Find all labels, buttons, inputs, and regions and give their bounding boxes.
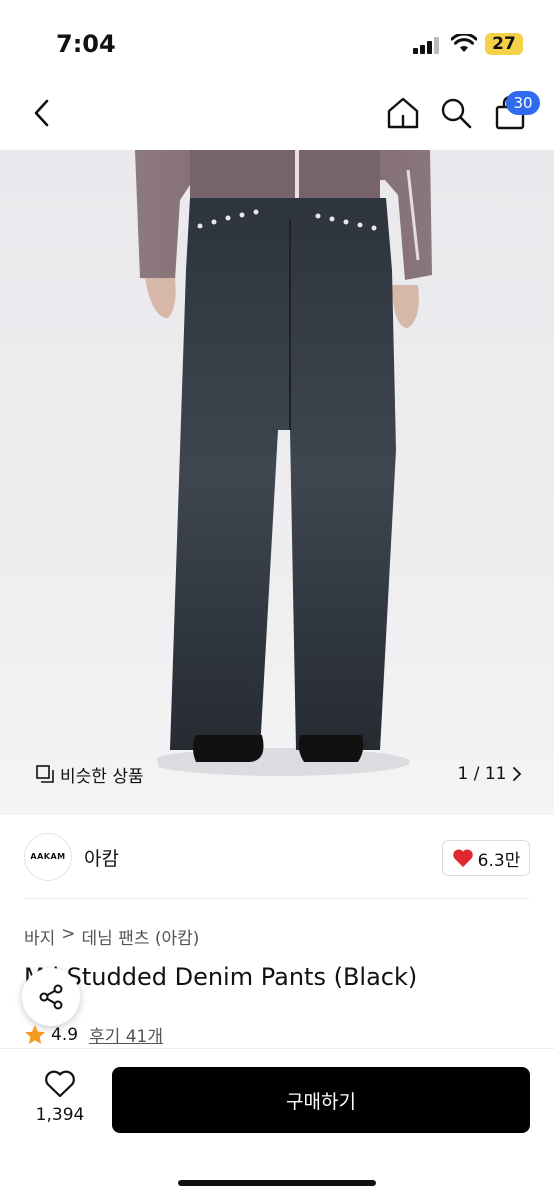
review-link[interactable]: 후기 41개 — [89, 1022, 163, 1047]
wishlist-button[interactable]: 1,394 — [30, 1069, 90, 1125]
top-nav — [0, 88, 554, 150]
divider — [24, 898, 530, 899]
breadcrumb-item[interactable]: 데님 팬츠 (아캄) — [82, 924, 200, 949]
home-indicator — [178, 1180, 376, 1186]
brand-like-button[interactable]: 6.3만 — [442, 840, 530, 876]
similar-icon — [36, 765, 54, 783]
product-photo — [135, 150, 432, 776]
product-title: M i Studded Denim Pants (Black) — [24, 963, 418, 991]
back-icon[interactable] — [28, 98, 58, 128]
similar-products-label: 비슷한 상품 — [60, 766, 144, 787]
buy-button[interactable]: 구매하기 — [112, 1067, 530, 1133]
status-bar: 7:04 27 — [0, 0, 554, 88]
signal-icon — [413, 36, 439, 54]
battery-indicator: 27 — [485, 33, 523, 55]
image-page-indicator[interactable]: 1 / 11 — [450, 756, 530, 792]
similar-products-button[interactable]: 비슷한 상품 — [24, 756, 158, 792]
home-icon[interactable] — [386, 96, 420, 130]
breadcrumb-item[interactable]: 바지 — [24, 924, 55, 949]
breadcrumb: 바지 > 데님 팬츠 (아캄) — [24, 924, 199, 949]
chevron-right-icon — [513, 767, 522, 781]
rating-value: 4.9 — [51, 1024, 79, 1045]
wishlist-count: 1,394 — [35, 1105, 85, 1125]
star-icon — [25, 1024, 45, 1044]
page-indicator-text: 1 / 11 — [457, 764, 507, 784]
status-time: 7:04 — [56, 30, 116, 58]
wifi-icon — [451, 34, 477, 52]
product-image[interactable] — [0, 150, 554, 815]
heart-filled-icon — [452, 849, 473, 867]
share-icon — [39, 984, 63, 1010]
product-rating: 4.9 후기 41개 — [24, 1022, 163, 1047]
brand-like-count: 6.3만 — [477, 850, 521, 871]
heart-outline-icon — [45, 1070, 75, 1098]
breadcrumb-separator: > — [61, 924, 76, 944]
search-icon[interactable] — [440, 96, 472, 130]
brand-name[interactable]: 아캄 — [84, 844, 119, 871]
cart-count-badge: 30 — [506, 91, 540, 115]
brand-row: AAKAM 아캄 6.3만 — [0, 815, 554, 899]
share-button[interactable] — [22, 968, 80, 1026]
brand-logo[interactable]: AAKAM — [24, 833, 72, 881]
bottom-action-bar: 1,394 구매하기 — [0, 1048, 554, 1201]
